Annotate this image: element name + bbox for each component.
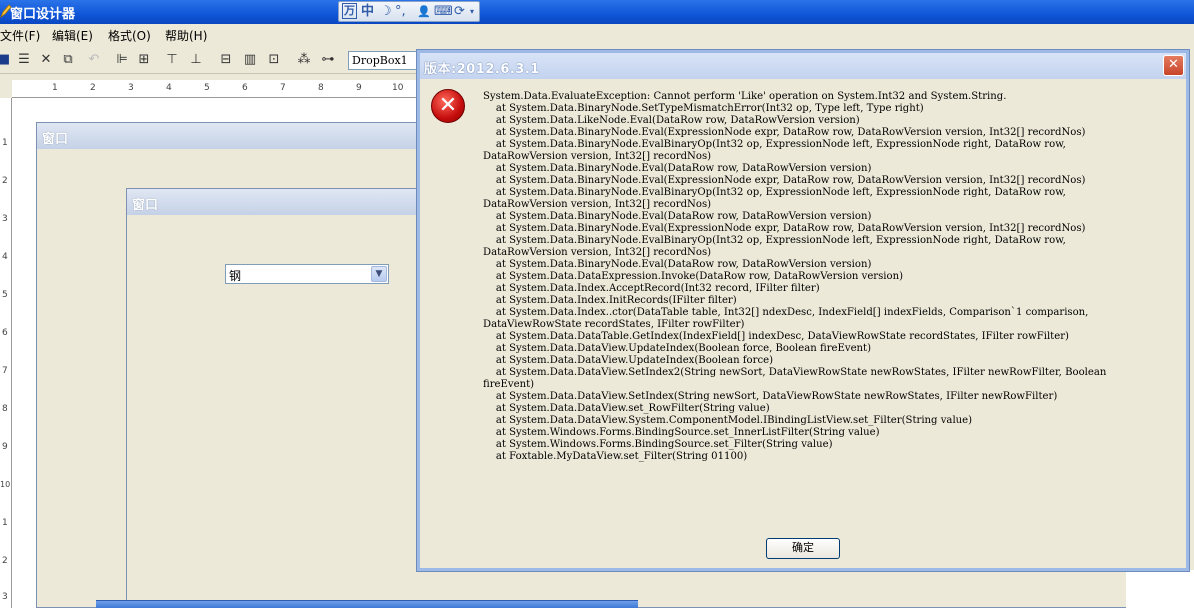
ruler-vertical: 1 2 3 4 5 6 7 8 9 10 1 2 3 — [0, 98, 12, 608]
control-selector[interactable]: DropBox1 — [348, 51, 420, 70]
ime-chinese-icon[interactable]: 中 — [361, 3, 374, 21]
ruler-tick-label: 3 — [2, 592, 8, 602]
tab-order-icon[interactable]: ⊶ — [320, 52, 336, 68]
error-message: System.Data.EvaluateException: Cannot pe… — [483, 91, 1107, 462]
align-bottom-icon[interactable]: ⊥ — [188, 52, 204, 68]
ruler-tick-label: 8 — [2, 404, 8, 414]
menu-help[interactable]: 帮助(H) — [165, 27, 207, 44]
ruler-tick-label: 2 — [2, 176, 8, 186]
ruler-tick-label: 6 — [242, 83, 248, 93]
ruler-tick-label: 10 — [0, 480, 11, 489]
ime-toolbar[interactable]: 万 中 ☽ °, 👤 ⌨ ⟳ ▾ — [338, 1, 480, 22]
same-size-icon[interactable]: ⊡ — [266, 52, 282, 68]
align-left-icon[interactable]: ⊫ — [114, 52, 130, 68]
ruler-tick-label: 3 — [128, 83, 134, 93]
bottom-window-strip[interactable] — [96, 600, 638, 608]
ruler-tick-label: 5 — [2, 290, 8, 300]
ruler-tick-label: 8 — [318, 83, 324, 93]
ruler-tick-label: 4 — [166, 83, 172, 93]
ruler-tick-label: 9 — [2, 442, 8, 452]
right-panel — [1126, 570, 1194, 608]
same-height-icon[interactable]: ▥ — [242, 52, 258, 68]
app-title: 窗口设计器 — [10, 7, 76, 22]
menu-edit[interactable]: 编辑(E) — [52, 27, 93, 44]
same-width-icon[interactable]: ⊟ — [218, 52, 234, 68]
properties-icon[interactable]: ☰ — [16, 52, 32, 68]
align-center-icon[interactable]: ⊞ — [136, 52, 152, 68]
dialog-title-bar[interactable]: 版本:2012.6.3.1 ✕ — [420, 53, 1186, 79]
ruler-tick-label: 1 — [2, 518, 8, 528]
menu-format[interactable]: 格式(O) — [108, 27, 151, 44]
group-icon[interactable]: ⁂ — [296, 52, 312, 68]
delete-icon[interactable]: ✕ — [38, 52, 54, 68]
ruler-tick-label: 9 — [356, 83, 362, 93]
ime-halfwidth-icon[interactable]: ☽ — [380, 3, 392, 21]
ruler-tick-label: 10 — [392, 83, 404, 93]
ruler-tick-label: 2 — [2, 556, 8, 566]
ime-user-icon[interactable]: 👤 — [417, 3, 431, 21]
ime-punctuation-icon[interactable]: °, — [395, 3, 406, 21]
ok-button[interactable]: 确定 — [766, 538, 840, 559]
main-title-bar[interactable]: 窗口设计器 — [0, 0, 1194, 24]
ruler-tick-label: 5 — [204, 83, 210, 93]
ruler-tick-label: 4 — [2, 252, 8, 262]
save-icon[interactable]: ■ — [0, 52, 12, 68]
ruler-tick-label: 1 — [52, 83, 58, 93]
copy-icon[interactable]: ⧉ — [60, 52, 76, 68]
chevron-down-icon[interactable]: ▼ — [371, 266, 387, 282]
align-top-icon[interactable]: ⊤ — [164, 52, 180, 68]
ruler-tick-label: 1 — [2, 138, 8, 148]
ruler-tick-label: 2 — [90, 83, 96, 93]
menu-file[interactable]: 文件(F) — [0, 27, 40, 44]
ruler-tick-label: 3 — [2, 214, 8, 224]
ruler-tick-label: 7 — [2, 366, 8, 376]
dialog-title: 版本:2012.6.3.1 — [424, 62, 540, 77]
combo-box[interactable]: 钢 ▼ — [225, 264, 389, 284]
ime-refresh-icon[interactable]: ⟳ — [454, 3, 465, 21]
ruler-tick-label: 6 — [2, 328, 8, 338]
close-button[interactable]: ✕ — [1163, 55, 1184, 76]
menu-bar: 文件(F) 编辑(E) 格式(O) 帮助(H) — [0, 24, 1194, 46]
ime-chevron-down-icon[interactable]: ▾ — [470, 3, 474, 21]
ime-keyboard-icon[interactable]: ⌨ — [434, 3, 453, 21]
error-icon: ✕ — [431, 89, 465, 123]
ruler-tick-label: 7 — [280, 83, 286, 93]
ime-mode-icon[interactable]: 万 — [342, 3, 357, 19]
undo-icon[interactable]: ↶ — [86, 52, 102, 68]
combo-value: 钢 — [229, 269, 242, 283]
error-dialog: 版本:2012.6.3.1 ✕ ✕ System.Data.EvaluateEx… — [417, 50, 1189, 571]
ruler-horizontal: 1 2 3 4 5 6 7 8 9 10 — [12, 80, 432, 98]
